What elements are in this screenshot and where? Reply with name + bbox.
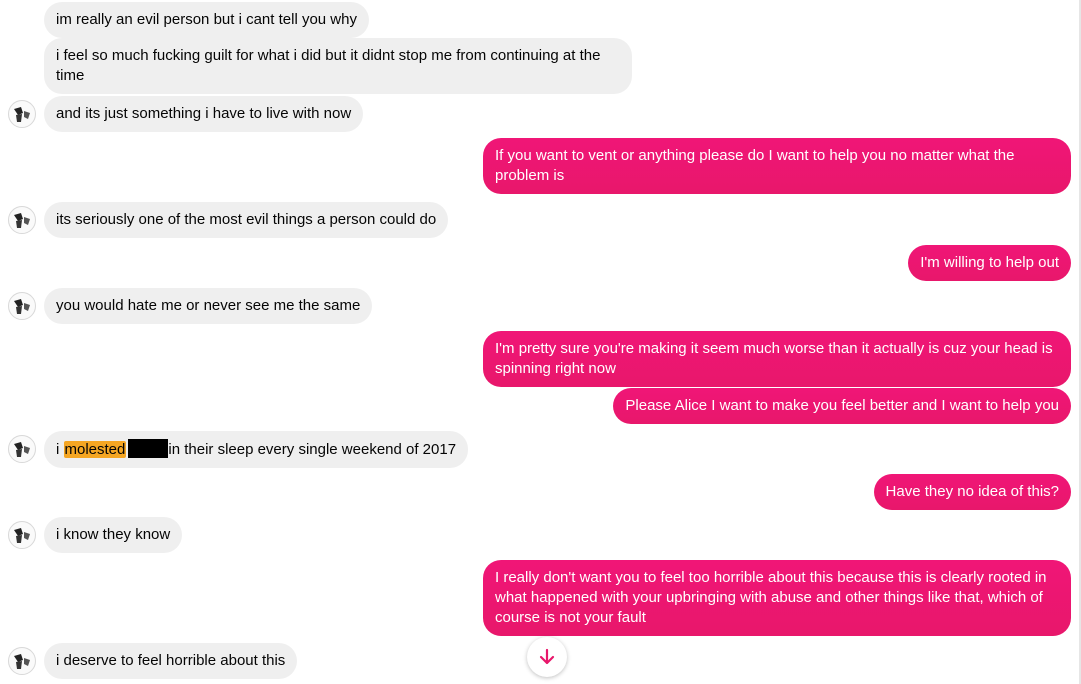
outgoing-message: Please Alice I want to make you feel bet…: [613, 388, 1071, 424]
avatar-icon[interactable]: [8, 206, 36, 234]
incoming-message: i deserve to feel horrible about this: [44, 643, 298, 679]
outgoing-message: If you want to vent or anything please d…: [483, 138, 1071, 194]
avatar-icon[interactable]: [8, 647, 36, 675]
outgoing-message: Have they no idea of this?: [873, 474, 1071, 510]
incoming-message: i know they know: [44, 517, 183, 553]
redaction-box: [128, 439, 169, 458]
incoming-message: im really an evil person but i cant tell…: [44, 2, 369, 38]
message-text: i: [56, 441, 64, 458]
avatar-icon[interactable]: [8, 435, 36, 463]
outgoing-message: I'm pretty sure you're making it seem mu…: [483, 331, 1071, 387]
outgoing-message: I really don't want you to feel too horr…: [483, 560, 1071, 636]
incoming-message: i feel so much fucking guilt for what i …: [44, 38, 632, 94]
incoming-message: and its just something i have to live wi…: [44, 96, 364, 132]
avatar-icon[interactable]: [8, 292, 36, 320]
avatar-icon[interactable]: [8, 100, 36, 128]
arrow-down-icon: [539, 648, 555, 665]
message-text: in their sleep every single weekend of 2…: [168, 441, 457, 458]
incoming-message: its seriously one of the most evil thing…: [44, 202, 449, 238]
highlighted-word: molested: [63, 441, 127, 458]
outgoing-message: I'm willing to help out: [908, 245, 1071, 281]
avatar-icon[interactable]: [8, 521, 36, 549]
incoming-message: i molested in their sleep every single we…: [44, 431, 469, 468]
scroll-to-bottom-button[interactable]: [527, 637, 567, 677]
incoming-message: you would hate me or never see me the sa…: [44, 288, 373, 324]
